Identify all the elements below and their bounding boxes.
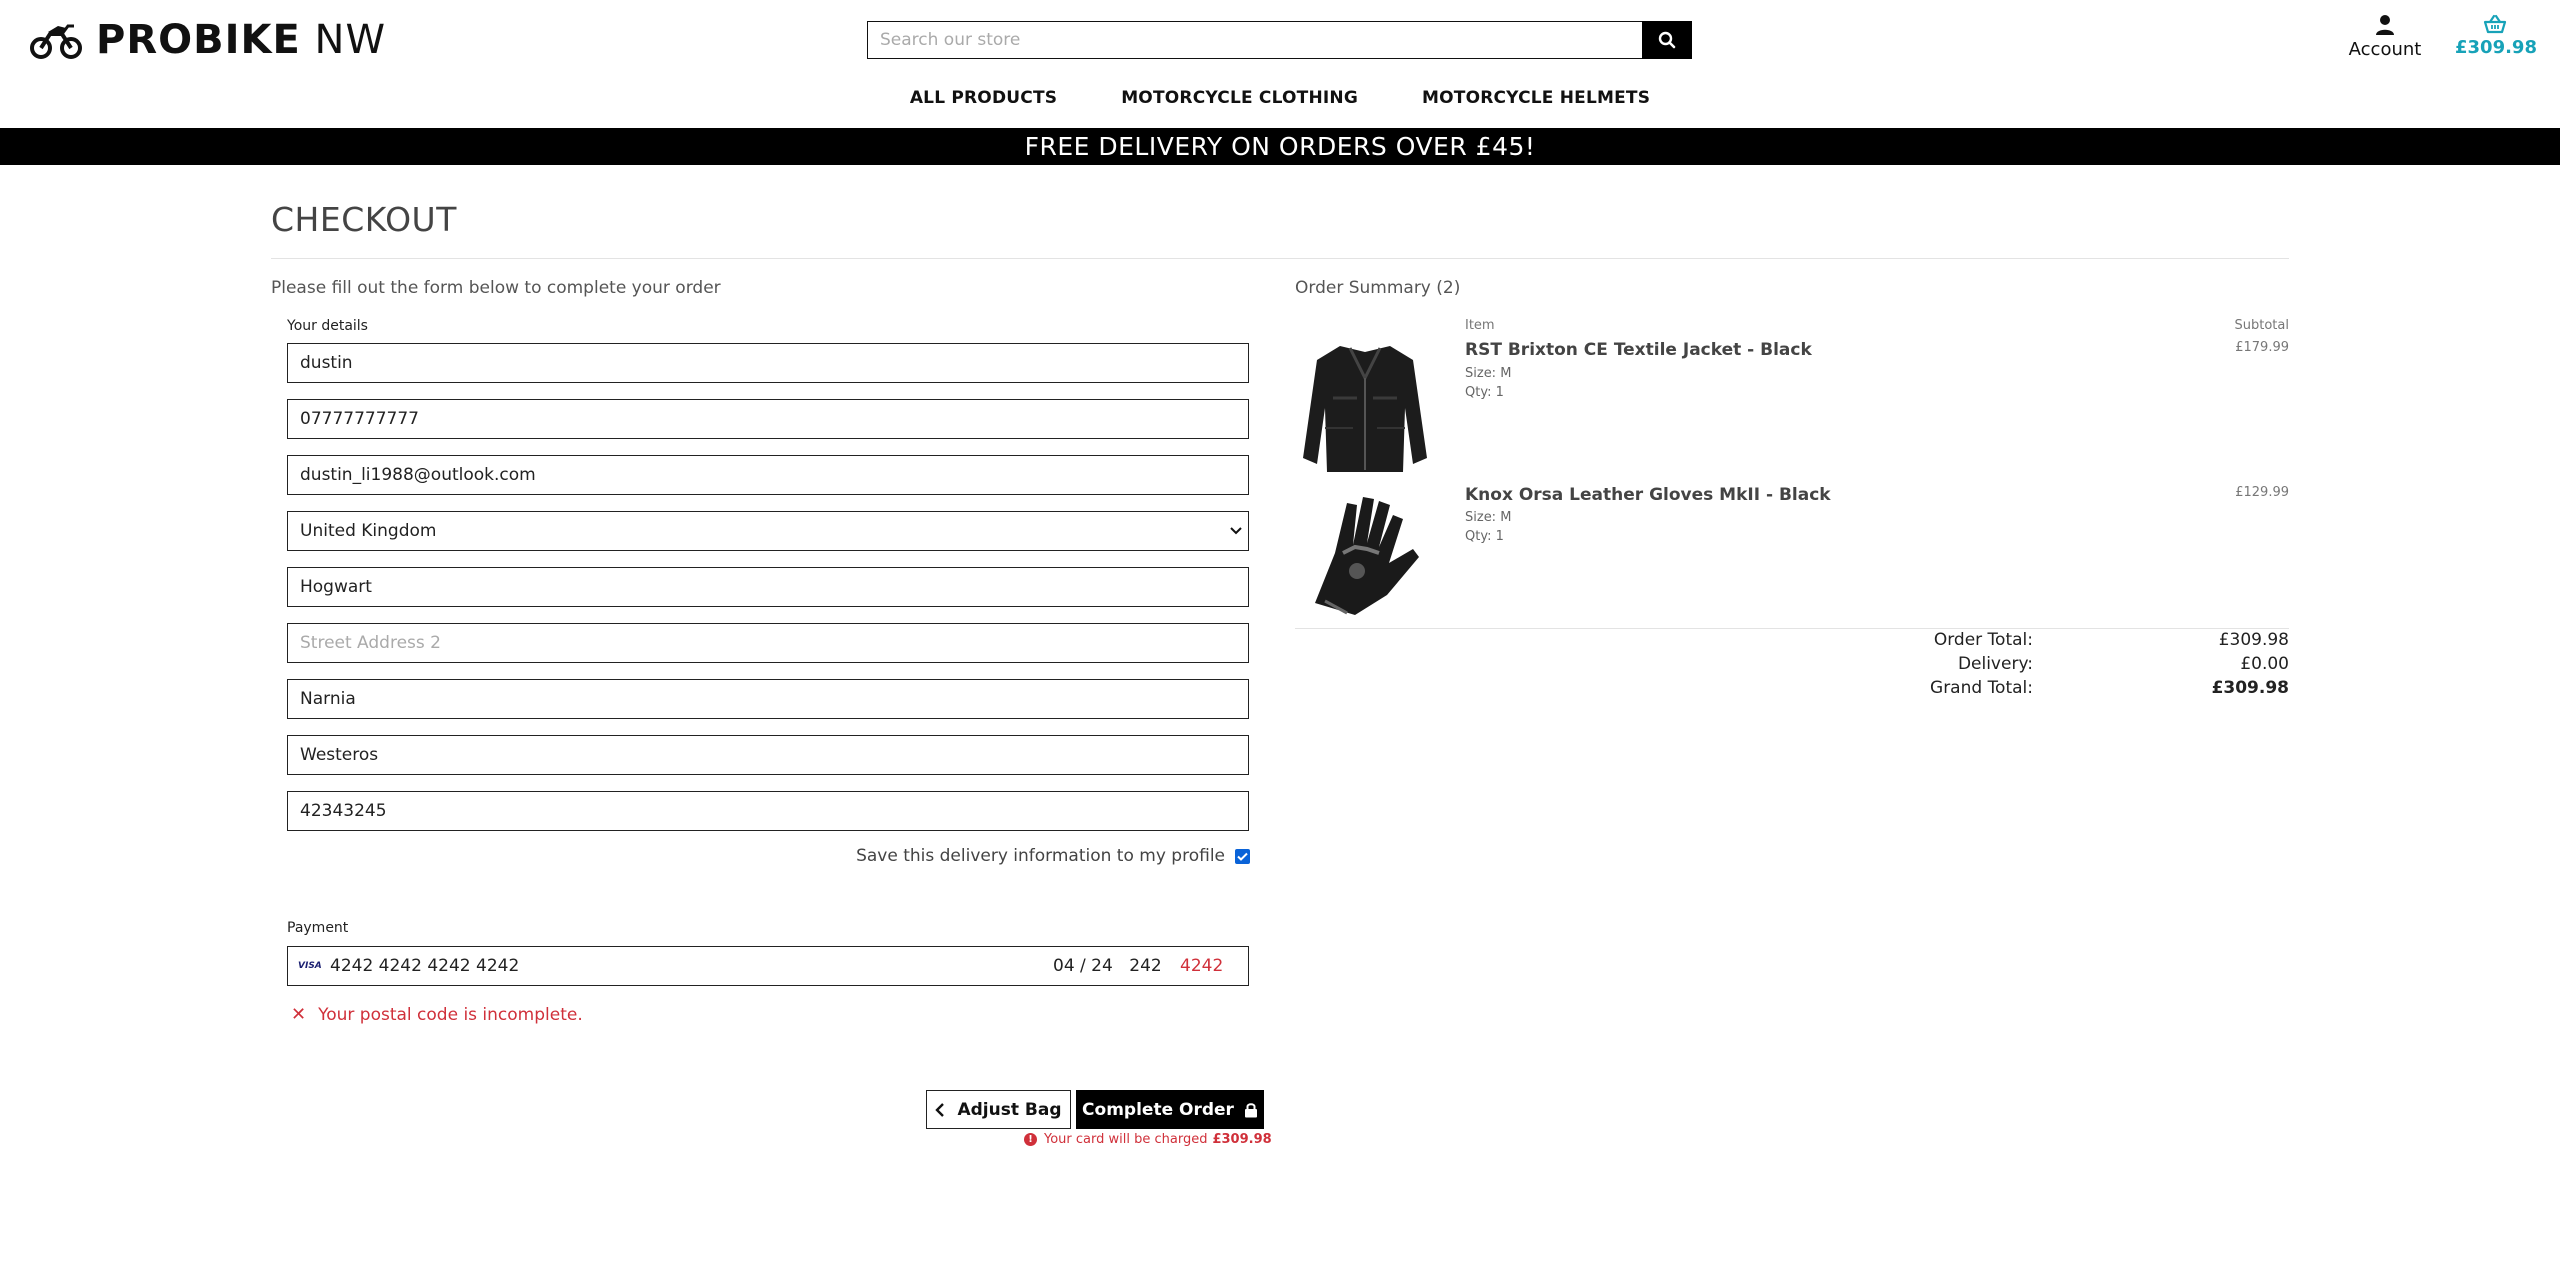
delivery-label: Delivery: bbox=[1957, 654, 2033, 674]
error-x-icon: ✕ bbox=[291, 1004, 307, 1025]
motorcycle-icon bbox=[30, 24, 82, 59]
item-price: £129.99 bbox=[2235, 485, 2289, 500]
check-icon bbox=[1237, 852, 1248, 861]
postcode-field[interactable] bbox=[287, 791, 1249, 831]
jacket-product-image[interactable] bbox=[1295, 338, 1435, 478]
delivery-banner: FREE DELIVERY ON ORDERS OVER £45! bbox=[0, 128, 2560, 165]
search-bar bbox=[867, 21, 1692, 59]
email-field[interactable] bbox=[287, 455, 1249, 495]
card-input[interactable]: VISA 4242 4242 4242 4242 04 / 24 242 424… bbox=[287, 946, 1249, 986]
basket-link[interactable]: £309.98 bbox=[2455, 14, 2537, 58]
save-info-label: Save this delivery information to my pro… bbox=[856, 846, 1225, 866]
grand-total-value: £309.98 bbox=[2211, 678, 2289, 698]
card-number[interactable]: 4242 4242 4242 4242 bbox=[330, 956, 1053, 976]
account-label: Account bbox=[2348, 39, 2422, 60]
payment-label: Payment bbox=[287, 920, 349, 936]
form-intro: Please fill out the form below to comple… bbox=[271, 278, 721, 298]
complete-order-label: Complete Order bbox=[1082, 1099, 1234, 1120]
item-name[interactable]: RST Brixton CE Textile Jacket - Black bbox=[1465, 340, 1812, 360]
save-info-row: Save this delivery information to my pro… bbox=[700, 846, 1250, 866]
nav-motorcycle-helmets[interactable]: MOTORCYCLE HELMETS bbox=[1422, 88, 1650, 108]
user-icon bbox=[2376, 15, 2394, 35]
chevron-left-icon bbox=[935, 1102, 945, 1117]
your-details-label: Your details bbox=[287, 318, 368, 334]
street-address-2-field[interactable] bbox=[287, 623, 1249, 663]
charge-amount: £309.98 bbox=[1212, 1132, 1272, 1147]
summary-divider bbox=[1295, 628, 2289, 629]
item-qty: Qty: 1 bbox=[1465, 385, 1504, 400]
title-divider bbox=[271, 258, 2289, 259]
column-subtotal-header: Subtotal bbox=[2234, 318, 2289, 333]
column-item-header: Item bbox=[1465, 318, 1495, 333]
chevron-down-icon bbox=[1230, 527, 1242, 535]
card-error-text: Your postal code is incomplete. bbox=[318, 1004, 583, 1025]
page-title: CHECKOUT bbox=[271, 200, 457, 239]
alert-icon: ! bbox=[1024, 1133, 1037, 1146]
order-total-label: Order Total: bbox=[1933, 630, 2033, 650]
item-qty: Qty: 1 bbox=[1465, 529, 1504, 544]
town-city-field[interactable] bbox=[287, 679, 1249, 719]
county-field[interactable] bbox=[287, 735, 1249, 775]
basket-total: £309.98 bbox=[2455, 37, 2537, 58]
delivery-value: £0.00 bbox=[2240, 654, 2289, 674]
charge-note: ! Your card will be charged £309.98 bbox=[1024, 1132, 1272, 1147]
lock-icon bbox=[1244, 1102, 1257, 1117]
card-expiry[interactable]: 04 / 24 bbox=[1053, 956, 1123, 976]
main-nav: ALL PRODUCTS MOTORCYCLE CLOTHING MOTORCY… bbox=[0, 88, 2560, 108]
account-link[interactable]: Account bbox=[2340, 14, 2430, 60]
order-total-value: £309.98 bbox=[2218, 630, 2289, 650]
country-value: United Kingdom bbox=[300, 520, 437, 541]
adjust-bag-label: Adjust Bag bbox=[957, 1099, 1062, 1120]
phone-field[interactable] bbox=[287, 399, 1249, 439]
adjust-bag-button[interactable]: Adjust Bag bbox=[926, 1090, 1071, 1129]
search-button[interactable] bbox=[1642, 21, 1692, 59]
search-input[interactable] bbox=[867, 21, 1642, 59]
item-size: Size: M bbox=[1465, 510, 1512, 525]
card-postal[interactable]: 4242 bbox=[1168, 956, 1238, 976]
site-logo[interactable]: PROBIKE NW bbox=[30, 14, 386, 66]
complete-order-button[interactable]: Complete Order bbox=[1076, 1090, 1264, 1129]
street-address-1-field[interactable] bbox=[287, 567, 1249, 607]
basket-icon bbox=[2483, 14, 2507, 34]
search-icon bbox=[1658, 31, 1676, 49]
item-name[interactable]: Knox Orsa Leather Gloves MkII - Black bbox=[1465, 485, 1831, 505]
save-info-checkbox[interactable] bbox=[1235, 848, 1250, 864]
full-name-field[interactable] bbox=[287, 343, 1249, 383]
charge-note-text: Your card will be charged bbox=[1044, 1132, 1208, 1147]
item-price: £179.99 bbox=[2235, 340, 2289, 355]
grand-total-label: Grand Total: bbox=[1930, 678, 2033, 698]
nav-all-products[interactable]: ALL PRODUCTS bbox=[910, 88, 1057, 108]
country-select[interactable]: United Kingdom bbox=[287, 511, 1249, 551]
card-cvc[interactable]: 242 bbox=[1123, 956, 1168, 976]
nav-motorcycle-clothing[interactable]: MOTORCYCLE CLOTHING bbox=[1121, 88, 1358, 108]
gloves-product-image[interactable] bbox=[1295, 483, 1435, 623]
visa-card-icon: VISA bbox=[298, 961, 322, 971]
brand-name: PROBIKE NW bbox=[96, 17, 387, 63]
card-error-message: ✕ Your postal code is incomplete. bbox=[291, 1004, 583, 1025]
item-size: Size: M bbox=[1465, 366, 1512, 381]
order-summary-title: Order Summary (2) bbox=[1295, 278, 1461, 298]
